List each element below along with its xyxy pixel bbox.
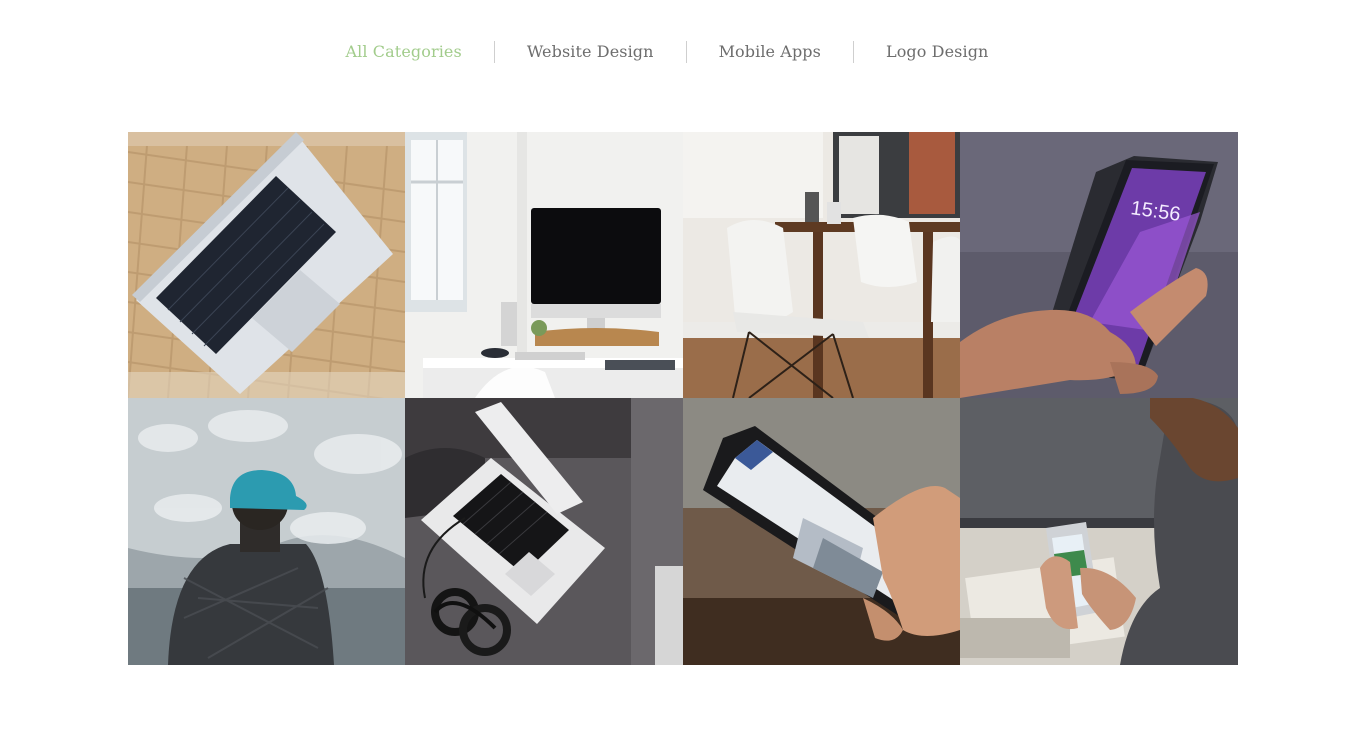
portfolio-gallery: 15:56	[128, 132, 1238, 665]
portfolio-item-imac-desk[interactable]	[405, 132, 683, 398]
filter-logo-design[interactable]: Logo Design	[852, 41, 1021, 63]
filter-mobile-apps[interactable]: Mobile Apps	[685, 41, 853, 63]
portfolio-item-iphone-hand[interactable]: 15:56	[960, 132, 1238, 398]
filter-all-categories[interactable]: All Categories	[346, 41, 494, 63]
portfolio-item-laptop-wicker[interactable]	[128, 132, 405, 398]
portfolio-item-laptop-headphones[interactable]	[405, 398, 683, 665]
phone-app-image	[683, 398, 960, 665]
laptop-headphones-image	[405, 398, 683, 665]
portfolio-item-man-cap[interactable]	[128, 398, 405, 665]
woman-map-image	[960, 398, 1238, 665]
man-cap-image	[128, 398, 405, 665]
portfolio-item-woman-map[interactable]	[960, 398, 1238, 665]
portfolio-item-phone-app[interactable]	[683, 398, 960, 665]
filter-website-design[interactable]: Website Design	[493, 41, 686, 63]
dining-chairs-image	[683, 132, 960, 398]
portfolio-filter-bar: All Categories Website Design Mobile App…	[0, 32, 1366, 72]
imac-desk-image	[405, 132, 683, 398]
iphone-hand-image: 15:56	[960, 132, 1238, 398]
portfolio-item-dining-chairs[interactable]	[683, 132, 960, 398]
laptop-wicker-image	[128, 132, 405, 398]
